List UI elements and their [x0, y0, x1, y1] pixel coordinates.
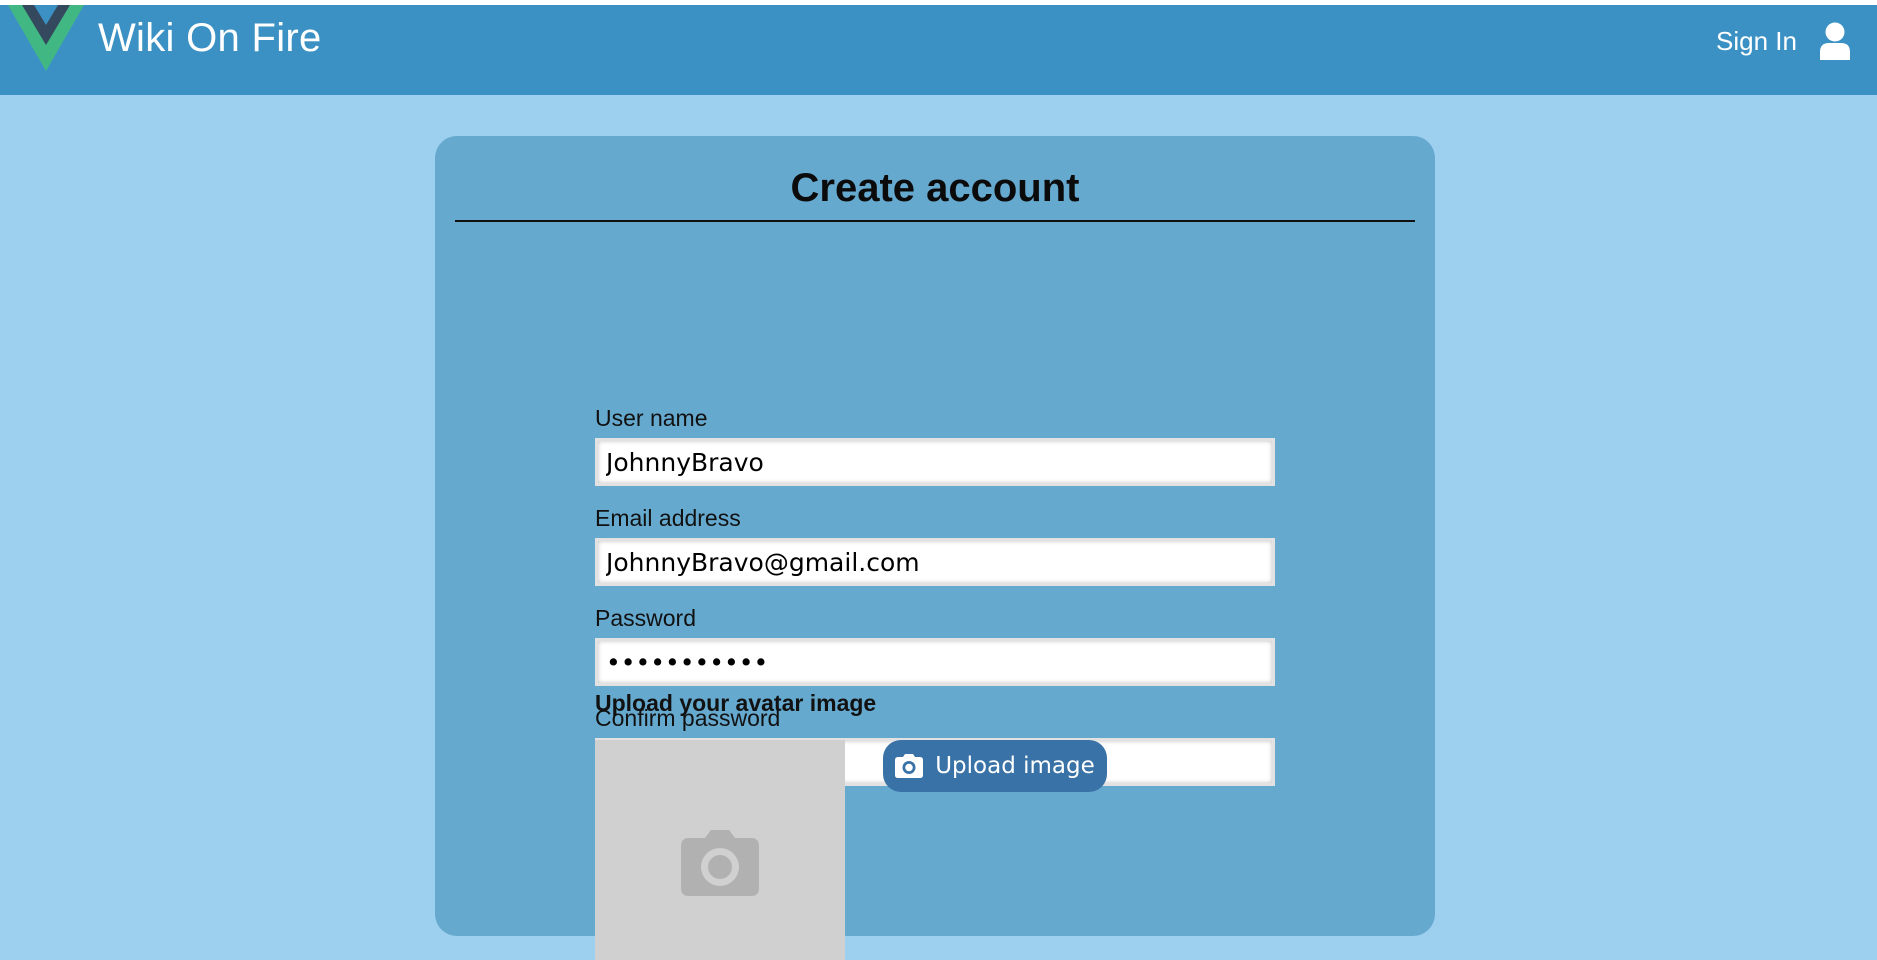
avatar-upload-title: Upload your avatar image — [595, 690, 877, 716]
username-label: User name — [595, 405, 708, 431]
password-label: Password — [595, 605, 696, 631]
sign-in-link[interactable]: Sign In — [1716, 19, 1851, 63]
sign-in-label[interactable]: Sign In — [1716, 26, 1797, 57]
page-title: Create account — [790, 166, 1080, 210]
navbar: Wiki On Fire Sign In — [0, 5, 1877, 95]
user-icon[interactable] — [1819, 22, 1851, 60]
username-input[interactable] — [595, 438, 1275, 486]
vue-logo-icon[interactable] — [8, 5, 84, 71]
email-input[interactable] — [595, 538, 1275, 586]
title-divider — [455, 220, 1415, 222]
create-account-card: Create account User name Email address P… — [435, 136, 1435, 960]
avatar-preview[interactable] — [595, 740, 845, 960]
password-input[interactable] — [595, 638, 1275, 686]
brand-title[interactable]: Wiki On Fire — [98, 15, 322, 61]
camera-icon — [681, 830, 759, 896]
camera-icon — [895, 754, 924, 778]
upload-image-button[interactable]: Upload image — [883, 740, 1107, 792]
upload-image-label: Upload image — [935, 753, 1095, 779]
email-label: Email address — [595, 505, 741, 531]
